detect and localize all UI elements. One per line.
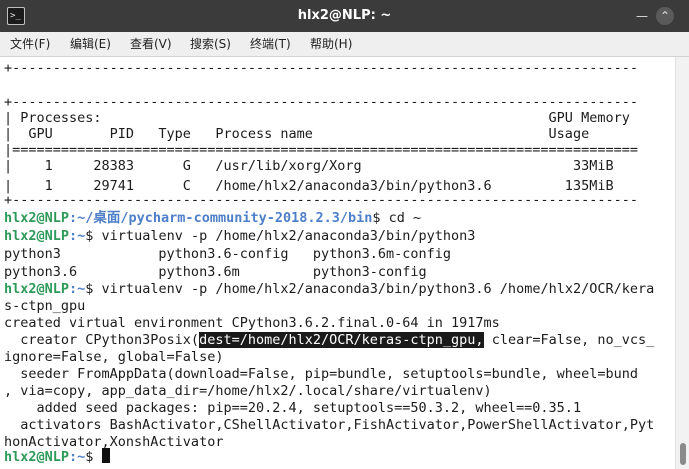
menu-view[interactable]: 查看(V) [130,32,172,56]
menu-file[interactable]: 文件(F) [10,32,50,56]
terminal-line: created virtual environment CPython3.6.2… [4,315,500,331]
terminal-line: creator CPython3Posix(dest=/home/hlx2/OC… [4,331,654,349]
scrollbar-thumb[interactable] [680,443,686,465]
prompt-path: :~ [69,228,86,244]
prompt-path: :~ [69,449,86,465]
prompt-command: $ virtualenv -p /home/hlx2/anaconda3/bin… [85,228,476,244]
terminal-line: , via=copy, app_data_dir=/home/hlx2/.loc… [4,383,492,399]
prompt-user: hlx2@NLP [4,228,70,244]
title-bar[interactable]: >_ hlx2@NLP: ~ — ⌃ [0,0,689,32]
terminal-line: activators BashActivator,CShellActivator… [4,417,655,433]
terminal-line: ignore=False, global=False) [4,349,224,365]
terminal-line: added seed packages: pip==20.2.4, setupt… [4,400,582,416]
terminal-line: s-ctpn_gpu [4,298,86,314]
creator-suffix: clear=False, no_vcs_ [483,332,655,348]
completion-line: python3 python3.6-config python3.6m-conf… [4,246,452,262]
prompt-line[interactable]: hlx2@NLP:~$ [4,448,110,466]
terminal-line: +---------------------------------------… [4,60,638,76]
selected-text[interactable]: dest=/home/hlx2/OCR/keras-ctpn_gpu, [199,332,484,348]
prompt-line: hlx2@NLP:~$ virtualenv -p /home/hlx2/ana… [4,227,475,245]
terminal-line: +---------------------------------------… [4,192,638,208]
prompt-user: hlx2@NLP [4,210,70,226]
scrollbar[interactable] [675,57,689,469]
prompt-command: $ cd ~ [372,210,422,226]
menu-search[interactable]: 搜索(S) [190,32,231,56]
window-title: hlx2@NLP: ~ [297,8,392,23]
menu-bar: 文件(F) 编辑(E) 查看(V) 搜索(S) 终端(T) 帮助(H) [0,32,689,57]
minimize-icon[interactable]: — [633,7,651,25]
prompt-line: hlx2@NLP:~/桌面/pycharm-community-2018.2.3… [4,209,421,227]
creator-prefix: creator CPython3Posix( [4,332,200,348]
terminal-line: seeder FromAppData(download=False, pip=b… [4,366,638,382]
prompt-line: hlx2@NLP:~$ virtualenv -p /home/hlx2/ana… [4,280,654,298]
menu-terminal[interactable]: 终端(T) [250,32,291,56]
menu-edit[interactable]: 编辑(E) [70,32,111,56]
terminal-line: | 1 28383 G /usr/lib/xorg/Xorg 33MiB [4,158,614,174]
terminal-output[interactable]: +---------------------------------------… [0,57,675,469]
prompt-command: $ virtualenv -p /home/hlx2/anaconda3/bin… [85,281,655,297]
terminal-window: >_ hlx2@NLP: ~ — ⌃ 文件(F) 编辑(E) 查看(V) 搜索(… [0,0,689,469]
prompt-command: $ [85,449,102,465]
prompt-user: hlx2@NLP [4,281,70,297]
menu-help[interactable]: 帮助(H) [310,32,352,56]
prompt-user: hlx2@NLP [4,449,70,465]
maximize-icon[interactable]: ⌃ [656,7,674,25]
text-cursor [101,448,110,463]
prompt-path: :~/桌面/pycharm-community-2018.2.3/bin [69,210,373,226]
prompt-path: :~ [69,281,86,297]
completion-line: python3.6 python3.6m python3-config [4,264,427,280]
